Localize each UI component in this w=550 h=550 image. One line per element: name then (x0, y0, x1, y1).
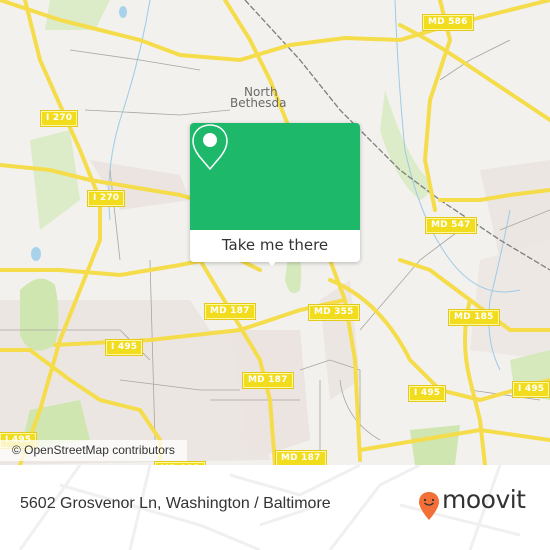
road-shield-md-187: MD 187 (275, 450, 327, 465)
road-shield-i-495: I 495 (511, 381, 550, 398)
address-text: 5602 Grosvenor Ln, Washington / Baltimor… (20, 495, 331, 512)
moovit-wordmark: moovit (442, 485, 526, 514)
footer-bar: 5602 Grosvenor Ln, Washington / Baltimor… (0, 465, 550, 550)
take-me-there-button[interactable]: Take me there (190, 230, 360, 262)
road-shield-md-547: MD 547 (425, 217, 477, 234)
park (20, 278, 59, 351)
park (410, 425, 460, 465)
road-shield-i-270: I 270 (39, 110, 79, 127)
road-shield-md-187: MD 187 (204, 303, 256, 320)
location-popup: Take me there (190, 123, 360, 266)
water (31, 247, 41, 261)
park (30, 130, 80, 230)
road-shield-md-187: MD 187 (242, 372, 294, 389)
road-shield-i-270: I 270 (86, 190, 126, 207)
road-shield-md-185: MD 185 (448, 309, 500, 326)
residential-area (470, 240, 550, 360)
map-pin-icon (192, 124, 228, 171)
map-view[interactable]: North Bethesda MD 586 I 270 I 270 MD 547… (0, 0, 550, 465)
popup-pointer (266, 259, 278, 266)
road-shield-md-586: MD 586 (422, 14, 474, 31)
map-attribution[interactable]: © OpenStreetMap contributors (0, 440, 187, 461)
popup-header (190, 123, 360, 230)
place-label-bethesda: Bethesda (230, 96, 287, 110)
water (119, 6, 127, 18)
road-shield-i-495: I 495 (104, 339, 144, 356)
road-shield-md-355: MD 355 (308, 304, 360, 321)
moovit-pin-icon (419, 492, 439, 520)
road-shield-i-495: I 495 (407, 385, 447, 402)
moovit-logo[interactable]: moovit (418, 485, 526, 523)
